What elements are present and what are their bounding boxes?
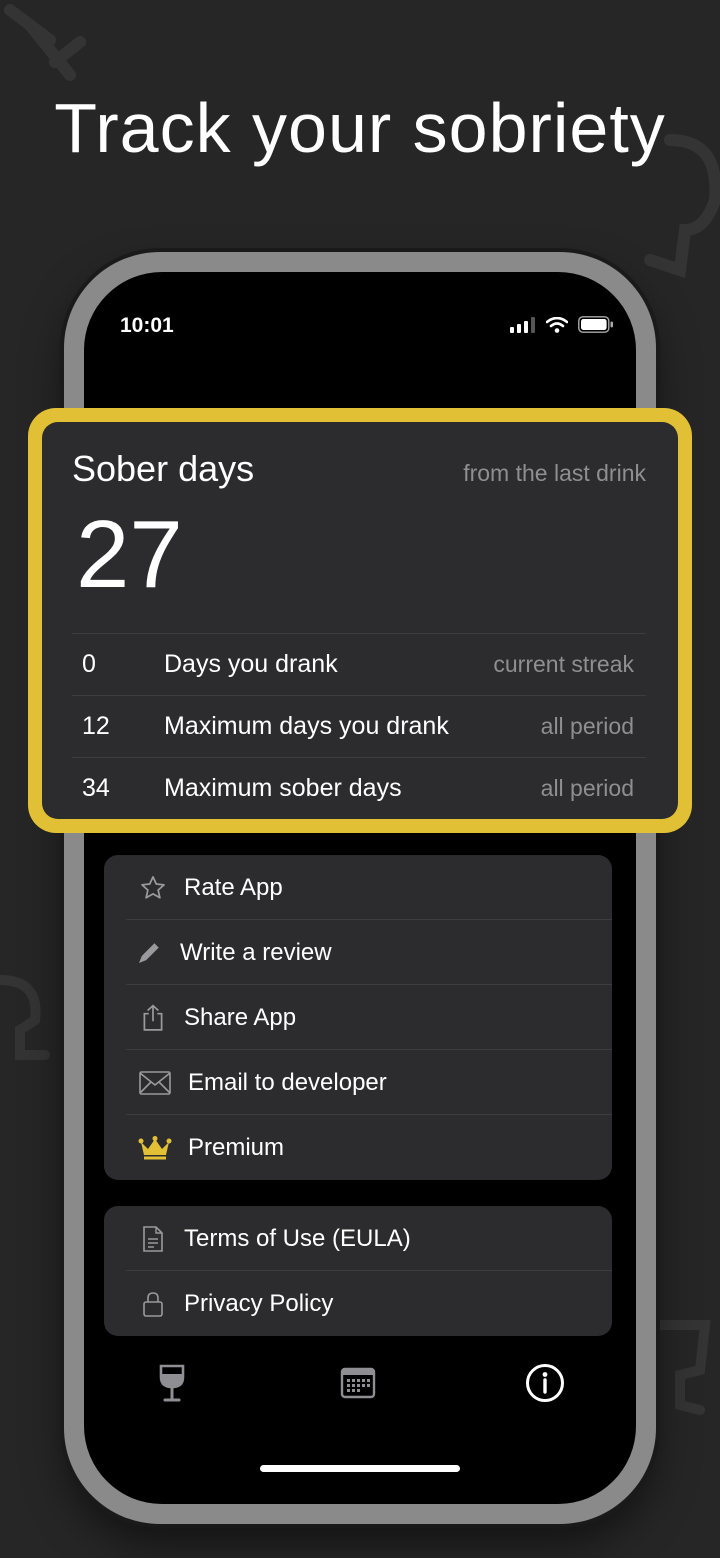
stat-row-days-drank: 0 Days you drank current streak	[72, 633, 646, 695]
star-icon	[138, 873, 168, 903]
signal-icon	[510, 316, 535, 333]
privacy-policy-label: Privacy Policy	[184, 1289, 334, 1317]
tab-calendar[interactable]	[333, 1358, 383, 1408]
premium-label: Premium	[188, 1133, 285, 1161]
sober-days-card: Sober days from the last drink 27 0 Days…	[42, 422, 678, 819]
terms-of-use-label: Terms of Use (EULA)	[184, 1224, 411, 1252]
privacy-policy-row[interactable]: Privacy Policy	[104, 1271, 612, 1336]
rate-app-label: Rate App	[184, 873, 283, 901]
stat-row-max-sober-days: 34 Maximum sober days all period	[72, 757, 646, 819]
crown-icon	[138, 1133, 172, 1163]
headline: Track your sobriety	[54, 89, 666, 167]
stat-value: 12	[82, 712, 110, 740]
tab-tracker[interactable]	[147, 1358, 197, 1408]
lock-icon	[138, 1289, 168, 1319]
settings-menu: Rate App Write a review Share App Email …	[104, 855, 612, 1180]
wifi-icon	[546, 316, 568, 333]
premium-row[interactable]: Premium	[104, 1115, 612, 1180]
document-icon	[138, 1224, 168, 1254]
share-app-label: Share App	[184, 1003, 297, 1031]
status-time: 10:01	[120, 314, 174, 337]
wine-glass-icon	[4, 4, 86, 81]
stat-note: all period	[540, 713, 634, 739]
wine-glass-icon	[0, 975, 50, 1060]
sober-days-count: 27	[76, 501, 183, 608]
home-indicator	[260, 1465, 460, 1472]
share-app-row[interactable]: Share App	[104, 985, 612, 1050]
write-review-row[interactable]: Write a review	[104, 920, 612, 985]
info-icon	[526, 1364, 564, 1402]
stat-value: 0	[82, 650, 96, 678]
stat-label: Maximum days you drank	[164, 712, 449, 740]
stat-value: 34	[82, 774, 110, 802]
stat-label: Maximum sober days	[164, 774, 402, 802]
stat-label: Days you drank	[164, 650, 338, 678]
sober-days-subtitle: from the last drink	[463, 460, 646, 486]
stat-row-max-days-drank: 12 Maximum days you drank all period	[72, 695, 646, 757]
wine-glass-icon	[159, 1364, 185, 1402]
terms-of-use-row[interactable]: Terms of Use (EULA)	[104, 1206, 612, 1271]
wine-glass-icon	[655, 1320, 711, 1415]
write-review-label: Write a review	[180, 938, 332, 966]
pencil-icon	[134, 938, 164, 968]
battery-icon	[578, 316, 613, 333]
envelope-icon	[138, 1068, 172, 1098]
tab-info[interactable]	[520, 1358, 570, 1408]
email-developer-row[interactable]: Email to developer	[104, 1050, 612, 1115]
rate-app-row[interactable]: Rate App	[104, 855, 612, 920]
sober-days-highlight: Sober days from the last drink 27 0 Days…	[28, 408, 692, 833]
tab-bar	[84, 1358, 636, 1408]
share-icon	[138, 1003, 168, 1033]
stat-note: current streak	[493, 651, 634, 677]
sober-days-title: Sober days	[72, 448, 255, 489]
calendar-icon	[340, 1367, 376, 1399]
status-icons	[510, 316, 614, 333]
stat-note: all period	[540, 775, 634, 801]
legal-menu: Terms of Use (EULA) Privacy Policy	[104, 1206, 612, 1336]
email-developer-label: Email to developer	[188, 1068, 387, 1096]
